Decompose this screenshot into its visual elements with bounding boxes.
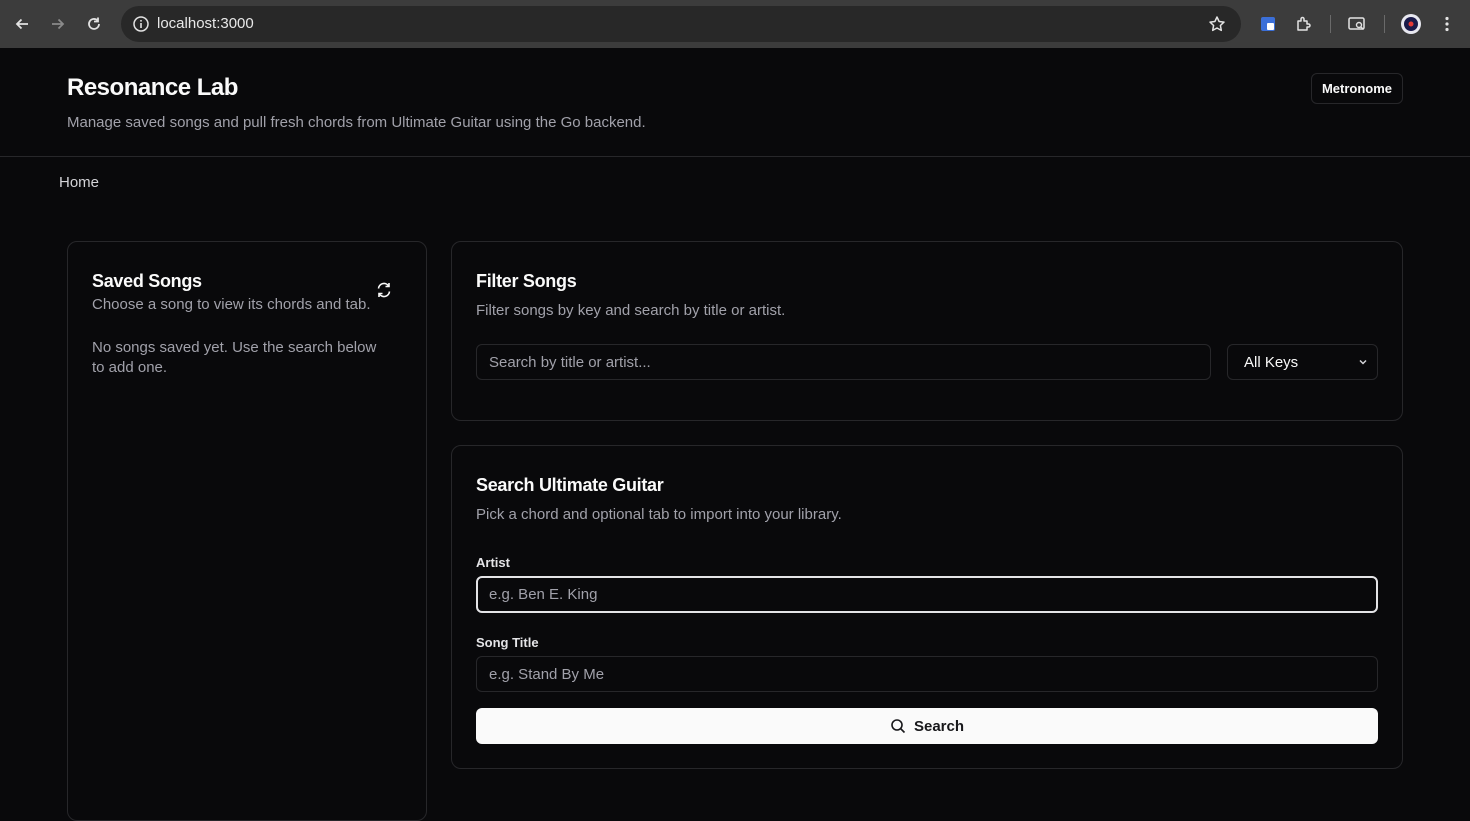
filter-songs-card: Filter Songs Filter songs by key and sea…	[451, 241, 1403, 421]
key-filter-value: All Keys	[1244, 353, 1299, 371]
artist-label: Artist	[476, 555, 510, 570]
ug-search-title: Search Ultimate Guitar	[476, 475, 664, 495]
chevron-down-icon	[1357, 355, 1369, 372]
forward-icon[interactable]	[46, 12, 70, 36]
site-info-icon[interactable]	[129, 12, 153, 36]
app-title: Resonance Lab	[67, 74, 238, 101]
filter-songs-title: Filter Songs	[476, 271, 577, 291]
search-button-label: Search	[913, 717, 965, 735]
profile-icon[interactable]	[1399, 12, 1423, 36]
search-icon	[890, 718, 906, 734]
more-menu-icon[interactable]	[1435, 12, 1459, 36]
search-button[interactable]: Search	[476, 708, 1378, 744]
app-subtitle: Manage saved songs and pull fresh chords…	[67, 114, 646, 131]
bookmark-star-icon[interactable]	[1205, 12, 1229, 36]
browser-toolbar: localhost:3000	[0, 0, 1470, 48]
toolbar-divider	[1384, 15, 1385, 33]
metronome-button[interactable]: Metronome	[1311, 73, 1403, 104]
extension-shield-icon[interactable]	[1256, 12, 1280, 36]
song-title-input[interactable]	[476, 656, 1378, 692]
saved-songs-card: Saved Songs Choose a song to view its ch…	[67, 241, 427, 821]
address-bar[interactable]: localhost:3000	[121, 6, 1241, 42]
breadcrumb-home[interactable]: Home	[59, 174, 99, 191]
app-header: Resonance Lab Manage saved songs and pul…	[0, 48, 1470, 157]
filter-songs-description: Filter songs by key and search by title …	[476, 302, 786, 319]
artist-input[interactable]	[476, 576, 1378, 613]
key-filter-select[interactable]: All Keys	[1227, 344, 1378, 380]
url-text[interactable]: localhost:3000	[157, 15, 254, 32]
reload-icon[interactable]	[82, 12, 106, 36]
ug-search-card: Search Ultimate Guitar Pick a chord and …	[451, 445, 1403, 769]
saved-songs-description: Choose a song to view its chords and tab…	[92, 296, 371, 313]
extensions-puzzle-icon[interactable]	[1292, 12, 1316, 36]
saved-songs-title: Saved Songs	[92, 271, 202, 291]
back-icon[interactable]	[10, 12, 34, 36]
tab-search-icon[interactable]	[1345, 12, 1369, 36]
toolbar-divider	[1330, 15, 1331, 33]
refresh-icon[interactable]	[373, 279, 395, 301]
song-search-input[interactable]	[476, 344, 1211, 380]
song-title-label: Song Title	[476, 635, 539, 650]
ug-search-description: Pick a chord and optional tab to import …	[476, 506, 842, 523]
empty-songs-message: No songs saved yet. Use the search below…	[92, 339, 377, 376]
